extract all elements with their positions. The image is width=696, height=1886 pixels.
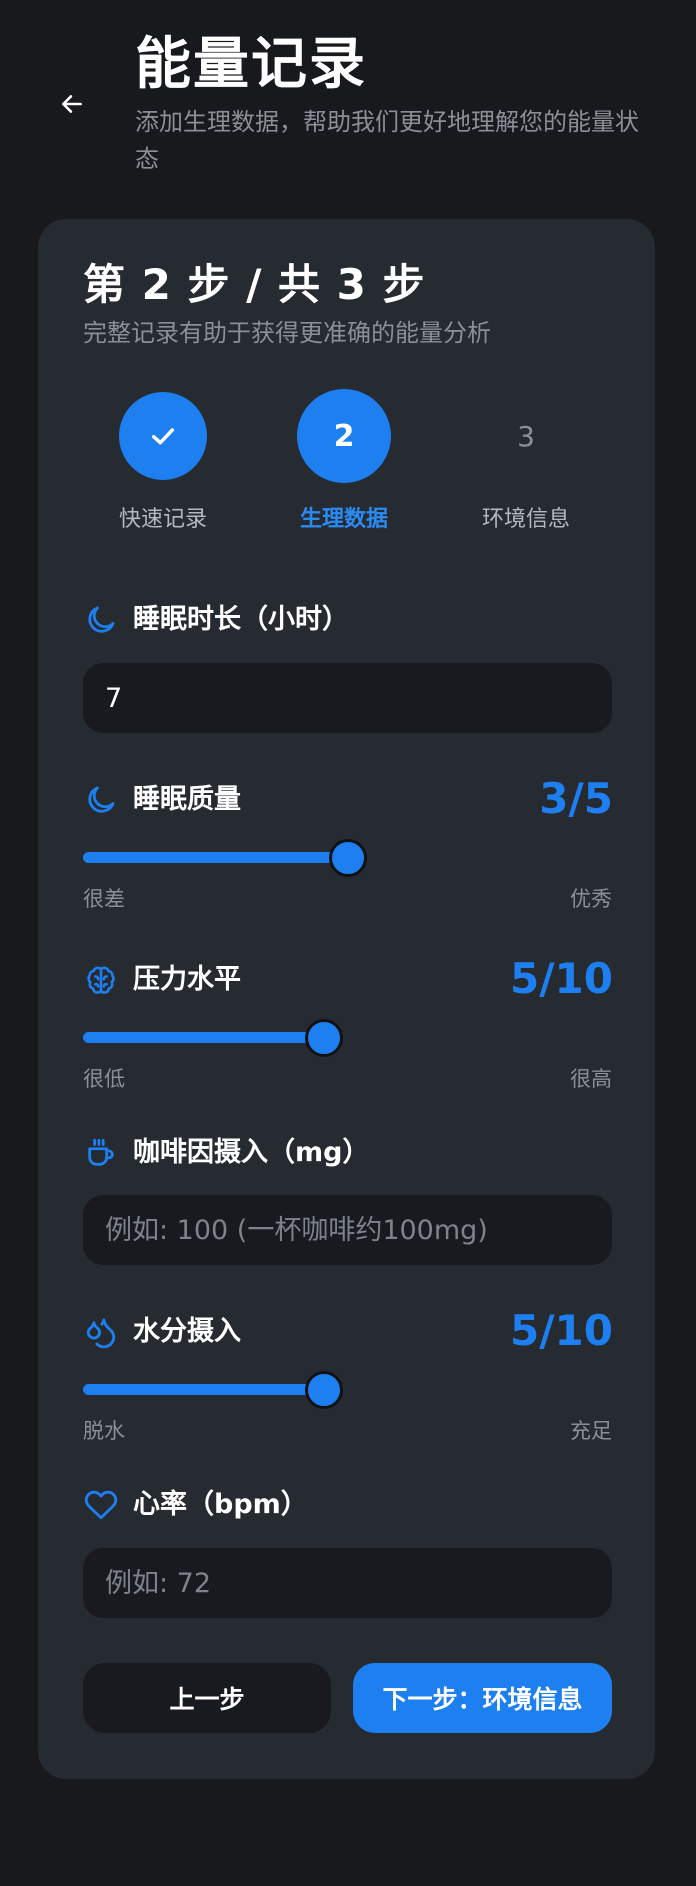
sleep-duration-input[interactable]: [83, 663, 612, 733]
sleep-quality-header: 睡眠质量 3/5: [83, 774, 613, 823]
sleep-quality-value: 3/5: [539, 774, 613, 823]
heart-rate-label: 心率（bpm）: [133, 1489, 308, 1520]
stress-level-value: 5/10: [509, 954, 613, 1003]
caffeine-label: 咖啡因摄入（mg）: [133, 1137, 370, 1168]
slider-thumb[interactable]: [305, 1371, 343, 1409]
previous-step-button[interactable]: 上一步: [83, 1663, 331, 1733]
slider-fill: [83, 852, 347, 863]
slider-thumb[interactable]: [329, 839, 367, 877]
step-1-label: 快速记录: [118, 507, 207, 532]
step-3-label: 环境信息: [481, 507, 570, 532]
moon-icon: [83, 782, 119, 818]
step-title: 第 2 步 / 共 3 步: [83, 260, 426, 309]
page-title: 能量记录: [135, 32, 367, 97]
sleep-quality-label: 睡眠质量: [133, 784, 241, 815]
slider-fill: [83, 1384, 323, 1395]
scale-min-label: 很差: [83, 887, 125, 911]
step-3-circle: 3: [517, 419, 535, 453]
hydration-scale: 脱水 充足: [83, 1417, 612, 1445]
slider-fill: [83, 1032, 323, 1043]
next-step-button[interactable]: 下一步：环境信息: [353, 1663, 612, 1733]
hydration-header: 水分摄入 5/10: [83, 1306, 613, 1355]
stepper-step-2[interactable]: 2 生理数据: [254, 389, 434, 551]
brain-icon: [83, 962, 119, 998]
sleep-duration-header: 睡眠时长（小时）: [83, 598, 613, 642]
hydration-value: 5/10: [509, 1306, 613, 1355]
step-1-circle: [119, 392, 207, 480]
page: 能量记录 添加生理数据，帮助我们更好地理解您的能量状态 第 2 步 / 共 3 …: [0, 0, 696, 1886]
coffee-cup-icon: [83, 1135, 119, 1171]
scale-max-label: 充足: [570, 1419, 612, 1443]
sleep-quality-scale: 很差 优秀: [83, 885, 612, 913]
heart-rate-input[interactable]: [83, 1548, 612, 1618]
heart-icon: [83, 1487, 119, 1523]
droplets-icon: [83, 1314, 119, 1350]
stress-level-label: 压力水平: [133, 964, 241, 995]
back-button[interactable]: [52, 84, 92, 124]
moon-icon: [83, 602, 119, 638]
scale-min-label: 很低: [83, 1067, 125, 1091]
step-subtitle: 完整记录有助于获得更准确的能量分析: [83, 319, 491, 347]
arrow-left-icon: [59, 91, 85, 117]
scale-max-label: 很高: [570, 1067, 612, 1091]
scale-min-label: 脱水: [83, 1419, 125, 1443]
slider-thumb[interactable]: [305, 1019, 343, 1057]
stepper-step-3[interactable]: 3 环境信息: [436, 391, 616, 551]
caffeine-input[interactable]: [83, 1195, 612, 1265]
sleep-duration-label: 睡眠时长（小时）: [133, 604, 349, 635]
sleep-quality-slider[interactable]: [83, 837, 612, 877]
page-subtitle: 添加生理数据，帮助我们更好地理解您的能量状态: [135, 108, 639, 173]
stress-level-slider[interactable]: [83, 1017, 612, 1057]
hydration-slider[interactable]: [83, 1369, 612, 1409]
stress-level-header: 压力水平 5/10: [83, 954, 613, 1003]
form-card: 第 2 步 / 共 3 步 完整记录有助于获得更准确的能量分析 快速记录 2 生…: [38, 219, 655, 1779]
caffeine-header: 咖啡因摄入（mg）: [83, 1131, 613, 1175]
check-icon: [147, 420, 179, 452]
hydration-label: 水分摄入: [133, 1316, 241, 1347]
stress-level-scale: 很低 很高: [83, 1065, 612, 1093]
step-2-label: 生理数据: [299, 507, 388, 532]
step-2-circle: 2: [297, 389, 391, 483]
heart-rate-header: 心率（bpm）: [83, 1483, 613, 1527]
scale-max-label: 优秀: [570, 887, 612, 911]
stepper-step-1[interactable]: 快速记录: [73, 391, 253, 551]
